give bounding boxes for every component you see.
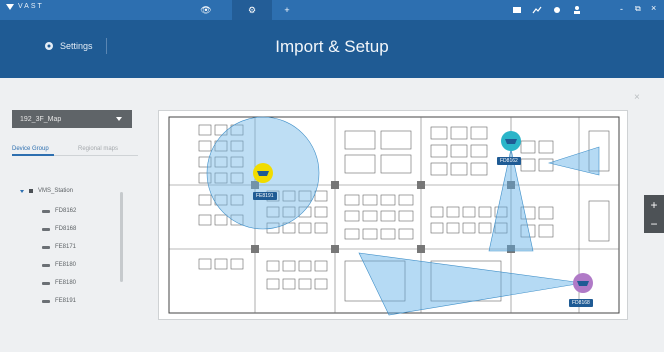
tree-item-label: FD8168 [55,226,77,232]
chevron-down-icon [116,117,122,121]
tab-regional-maps[interactable]: Regional maps [78,146,118,152]
gear-icon: ⚙ [247,4,257,15]
brand-name: VAST [18,3,44,10]
tree-item[interactable]: FE8171 [42,244,76,250]
map-select[interactable]: 192_3F_Map [12,110,132,128]
zoom-in-button[interactable]: + [650,198,657,212]
camera-icon [42,263,50,267]
eye-icon: 👁 [200,4,212,15]
map-select-value: 192_3F_Map [20,115,62,123]
floor-map[interactable]: FE8191 FD8162 FD8168 [158,110,628,320]
tree-item-label: FD8162 [55,208,77,214]
tree-item[interactable]: FE8180 [42,280,76,286]
tree-item-label: FE8191 [55,298,77,304]
camera-icon [42,209,50,213]
left-subtabs: Device Group Regional maps [12,146,138,158]
plus-icon: + [284,5,290,15]
camera-marker[interactable] [253,163,273,183]
tree-root[interactable]: VMS_Station [20,188,73,194]
camera-marker[interactable] [501,131,521,151]
zoom-out-button[interactable]: − [650,217,657,231]
device-tree: VMS_Station FD8162 FD8168 FE8171 FE8180 … [20,188,130,328]
tree-item[interactable]: FD8162 [42,208,76,214]
tree-root-label: VMS_Station [38,188,74,194]
camera-coverage [358,252,584,316]
close-map-button[interactable]: × [634,92,640,103]
camera-coverage [547,146,600,176]
station-icon [29,189,33,193]
subtab-active-indicator [12,154,54,156]
camera-label: FE8191 [253,192,277,200]
camera-icon [42,299,50,303]
camera-icon [42,227,50,231]
add-tab-button[interactable]: + [278,0,296,20]
camera-icon [42,281,50,285]
tab-live-view[interactable]: 👁 [188,0,224,20]
page-title: Import & Setup [275,37,389,56]
map-icon[interactable] [512,5,522,15]
brand: VAST [6,3,44,10]
user-icon[interactable] [572,5,582,15]
restore-button[interactable]: ⧉ [635,4,641,14]
tree-item-label: FE8171 [55,244,77,250]
tab-device-group[interactable]: Device Group [12,146,49,152]
expand-icon [20,189,24,193]
close-button[interactable]: × [651,3,656,13]
tab-settings[interactable]: ⚙ [232,0,272,20]
tree-item[interactable]: FD8168 [42,226,76,232]
tree-item-label: FE8180 [55,262,77,268]
gear-icon[interactable] [552,5,562,15]
tree-item-label: FE8180 [55,280,77,286]
floor-plan [168,116,620,316]
camera-marker[interactable] [573,273,593,293]
chart-icon[interactable] [532,5,542,15]
top-bar: VAST 👁 ⚙ + - ⧉ × [0,0,664,20]
brand-logo-icon [6,3,14,10]
zoom-control: + − [644,195,664,233]
tree-scrollbar[interactable] [120,192,123,282]
tree-item[interactable]: FE8180 [42,262,76,268]
camera-label: FD8168 [569,299,593,307]
camera-label: FD8162 [497,157,521,165]
camera-icon [42,245,50,249]
minimize-button[interactable]: - [620,4,623,14]
tree-item[interactable]: FE8191 [42,298,76,304]
